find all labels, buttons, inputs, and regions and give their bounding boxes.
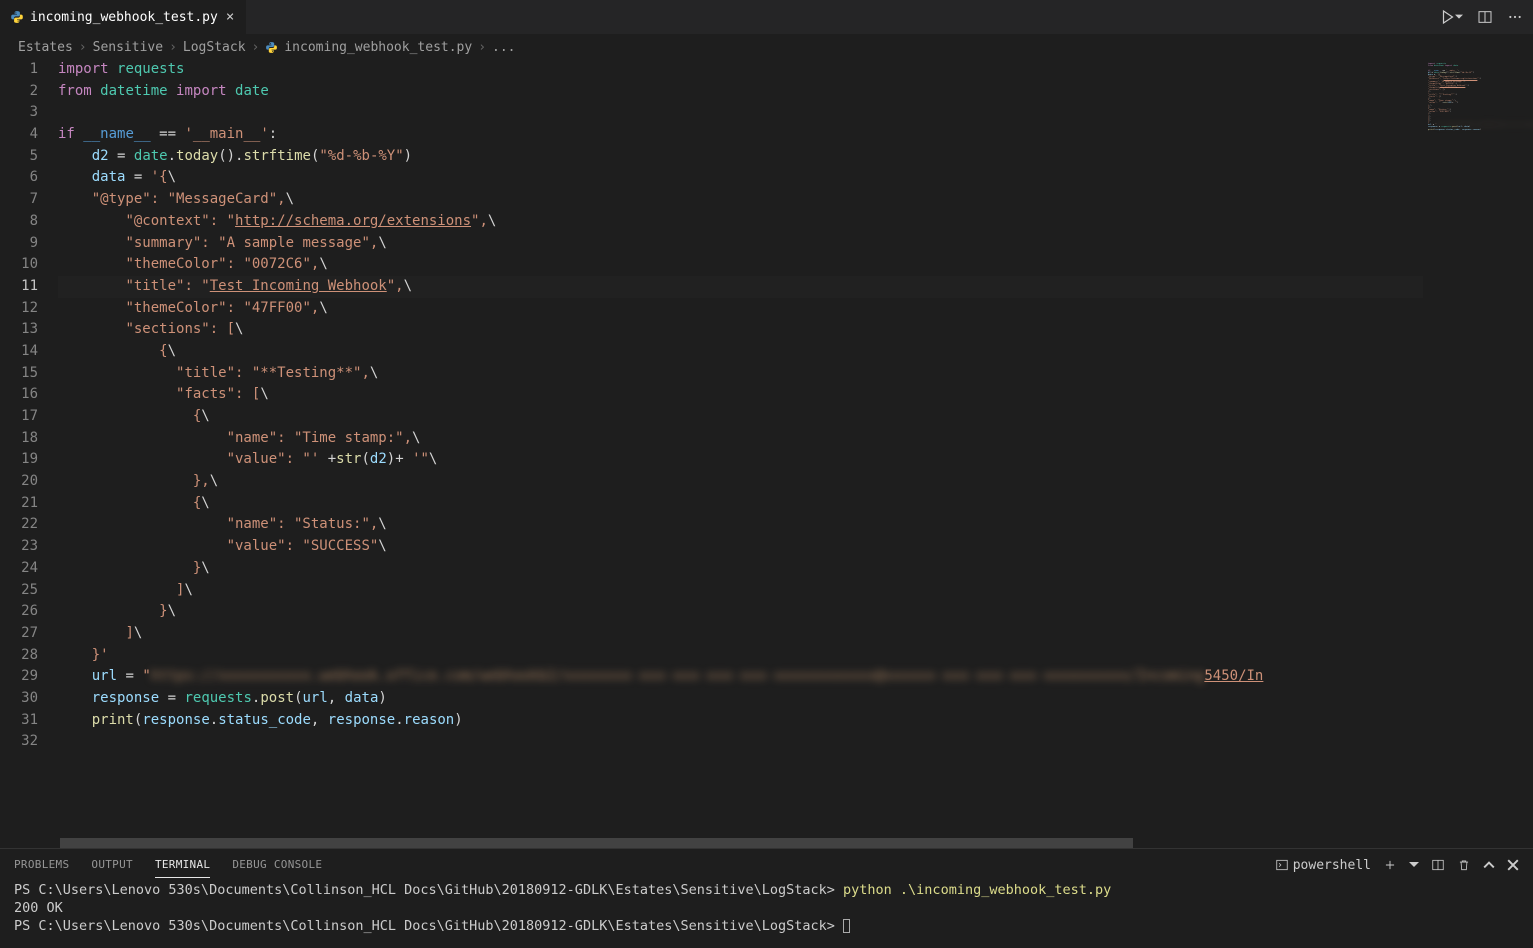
code-line[interactable]: if __name__ == '__main__': [58, 124, 1423, 146]
code-line[interactable]: {\ [58, 406, 1423, 428]
close-tab-icon[interactable]: × [224, 9, 236, 25]
shell-label: powershell [1293, 858, 1371, 873]
terminal-shell-selector[interactable]: powershell [1275, 858, 1371, 873]
code-line[interactable]: },\ [58, 471, 1423, 493]
code-line[interactable]: "title": "**Testing**",\ [58, 363, 1423, 385]
code-line[interactable]: "facts": [\ [58, 384, 1423, 406]
code-line[interactable]: "summary": "A sample message",\ [58, 233, 1423, 255]
code-line[interactable]: "title": "Test Incoming Webhook",\ [58, 276, 1423, 298]
chevron-right-icon: › [252, 40, 260, 55]
breadcrumb-part[interactable]: LogStack [183, 40, 246, 55]
code-line[interactable]: "name": "Status:",\ [58, 514, 1423, 536]
close-panel-icon[interactable] [1507, 859, 1519, 871]
code-line[interactable]: from datetime import date [58, 81, 1423, 103]
split-editor-icon[interactable] [1477, 9, 1493, 25]
more-icon[interactable] [1507, 9, 1523, 25]
code-line[interactable]: "themeColor": "0072C6",\ [58, 254, 1423, 276]
line-numbers-gutter: 1234567891011121314151617181920212223242… [0, 59, 58, 838]
bottom-panel: PROBLEMS OUTPUT TERMINAL DEBUG CONSOLE p… [0, 848, 1533, 948]
terminal-output[interactable]: PS C:\Users\Lenovo 530s\Documents\Collin… [0, 881, 1533, 948]
code-line[interactable]: print(response.status_code, response.rea… [58, 710, 1423, 732]
split-terminal-icon[interactable] [1431, 858, 1445, 872]
code-line[interactable]: "themeColor": "47FF00",\ [58, 298, 1423, 320]
code-line[interactable]: data = '{\ [58, 167, 1423, 189]
code-line[interactable]: "@type": "MessageCard",\ [58, 189, 1423, 211]
scrollbar-thumb[interactable] [60, 838, 1133, 848]
chevron-right-icon: › [169, 40, 177, 55]
python-file-icon [10, 10, 24, 24]
panel-tab-terminal[interactable]: TERMINAL [155, 852, 210, 878]
code-line[interactable]: "value": "' +str(d2)+ '"\ [58, 449, 1423, 471]
horizontal-scrollbar[interactable] [0, 838, 1533, 848]
code-line[interactable]: {\ [58, 493, 1423, 515]
code-editor[interactable]: 1234567891011121314151617181920212223242… [0, 59, 1423, 838]
run-icon[interactable] [1439, 8, 1463, 26]
code-line[interactable]: d2 = date.today().strftime("%d-%b-%Y") [58, 146, 1423, 168]
code-line[interactable]: url = "https://xxxxxxxxxxx.webhook.offic… [58, 666, 1423, 688]
code-line[interactable]: "sections": [\ [58, 319, 1423, 341]
new-terminal-icon[interactable] [1383, 858, 1397, 872]
code-line[interactable]: "@context": "http://schema.org/extension… [58, 211, 1423, 233]
code-content[interactable]: import requestsfrom datetime import date… [58, 59, 1423, 838]
editor-area: 1234567891011121314151617181920212223242… [0, 59, 1533, 838]
panel-tab-problems[interactable]: PROBLEMS [14, 852, 69, 878]
chevron-right-icon: › [478, 40, 486, 55]
minimap[interactable]: import requestsfrom datetime import date… [1423, 59, 1533, 838]
code-line[interactable]: response = requests.post(url, data) [58, 688, 1423, 710]
chevron-up-icon[interactable] [1483, 859, 1495, 871]
code-line[interactable]: import requests [58, 59, 1423, 81]
chevron-right-icon: › [79, 40, 87, 55]
code-line[interactable]: }\ [58, 601, 1423, 623]
code-line[interactable]: {\ [58, 341, 1423, 363]
code-line[interactable] [58, 731, 1423, 753]
python-file-icon [265, 41, 278, 54]
trash-icon[interactable] [1457, 858, 1471, 872]
tabs-container: incoming_webhook_test.py × [0, 0, 247, 34]
panel-tab-output[interactable]: OUTPUT [91, 852, 133, 878]
code-line[interactable]: "value": "SUCCESS"\ [58, 536, 1423, 558]
breadcrumb-tail[interactable]: ... [492, 40, 515, 55]
panel-tab-bar: PROBLEMS OUTPUT TERMINAL DEBUG CONSOLE p… [0, 849, 1533, 881]
breadcrumb-part[interactable]: Sensitive [93, 40, 163, 55]
breadcrumb[interactable]: Estates › Sensitive › LogStack › incomin… [0, 35, 1533, 59]
code-line[interactable]: "name": "Time stamp:",\ [58, 428, 1423, 450]
panel-tab-debug[interactable]: DEBUG CONSOLE [232, 852, 322, 878]
breadcrumb-part[interactable]: Estates [18, 40, 73, 55]
editor-toolbar [1429, 0, 1533, 34]
editor-tab[interactable]: incoming_webhook_test.py × [0, 0, 247, 34]
code-line[interactable]: ]\ [58, 623, 1423, 645]
code-line[interactable] [58, 102, 1423, 124]
code-line[interactable]: ]\ [58, 580, 1423, 602]
chevron-down-icon[interactable] [1409, 860, 1419, 870]
tab-bar: incoming_webhook_test.py × [0, 0, 1533, 35]
code-line[interactable]: }' [58, 645, 1423, 667]
tab-filename: incoming_webhook_test.py [30, 10, 218, 25]
code-line[interactable]: }\ [58, 558, 1423, 580]
breadcrumb-file[interactable]: incoming_webhook_test.py [284, 40, 472, 55]
minimap-content: import requestsfrom datetime import date… [1424, 59, 1533, 137]
